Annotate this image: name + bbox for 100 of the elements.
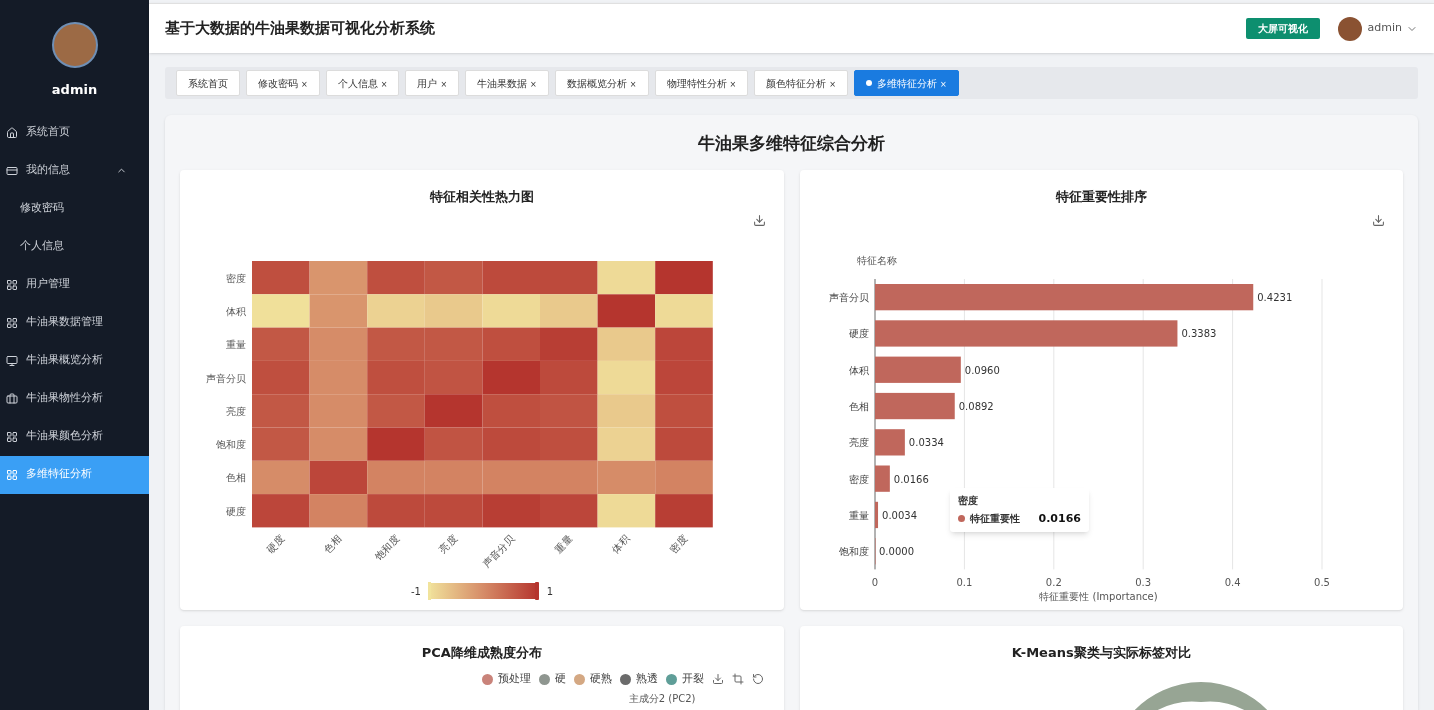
sidebar-item[interactable]: 我的信息 [0, 151, 149, 190]
heatmap-cell[interactable] [367, 494, 425, 528]
heatmap-cell[interactable] [482, 327, 540, 361]
heatmap-cell[interactable] [309, 360, 368, 395]
heatmap-cell[interactable] [367, 261, 425, 295]
heatmap-cell[interactable] [367, 294, 425, 328]
close-icon[interactable]: × [440, 79, 448, 91]
legend-label[interactable]: 硬熟 [589, 671, 612, 688]
heatmap-cell[interactable] [655, 394, 713, 428]
heatmap-cell[interactable] [424, 494, 483, 528]
heatmap-cell[interactable] [540, 360, 598, 395]
heatmap-cell[interactable] [367, 360, 425, 395]
legend-label[interactable]: 熟透 [635, 671, 658, 688]
bar[interactable] [874, 320, 1177, 347]
heatmap-cell[interactable] [367, 460, 425, 495]
heatmap-cell[interactable] [655, 261, 713, 295]
heatmap-cell[interactable] [597, 494, 656, 528]
heatmap-cell[interactable] [309, 294, 368, 328]
heatmap-cell[interactable] [597, 394, 656, 428]
heatmap-cell[interactable] [482, 261, 540, 295]
heatmap-cell[interactable] [482, 460, 540, 495]
heatmap-cell[interactable] [424, 294, 483, 328]
sidebar-item[interactable]: 系统首页 [0, 113, 149, 152]
heatmap-cell[interactable] [597, 261, 656, 295]
bar[interactable] [874, 356, 961, 383]
heatmap-cell[interactable] [655, 294, 713, 328]
sidebar-subitem[interactable]: 修改密码 [0, 189, 149, 228]
user-name[interactable]: admin [1367, 20, 1402, 37]
heatmap-cell[interactable] [597, 360, 656, 395]
legend-label[interactable]: 预处理 [497, 671, 531, 688]
color-scale-bar[interactable] [428, 582, 539, 600]
download-icon[interactable] [711, 673, 724, 686]
heatmap-cell[interactable] [252, 360, 310, 395]
bar[interactable] [874, 392, 955, 420]
heatmap-cell[interactable] [482, 427, 540, 461]
heatmap-cell[interactable] [424, 394, 483, 428]
bar[interactable] [874, 429, 905, 456]
heatmap-cell[interactable] [252, 494, 310, 528]
heatmap-cell[interactable] [252, 294, 310, 328]
heatmap-cell[interactable] [424, 261, 483, 295]
heatmap-cell[interactable] [540, 294, 598, 328]
heatmap-cell[interactable] [482, 494, 540, 528]
close-icon[interactable]: × [301, 79, 308, 91]
heatmap-cell[interactable] [482, 294, 540, 328]
close-icon[interactable]: × [939, 79, 947, 91]
heatmap-cell[interactable] [424, 460, 483, 495]
heatmap-cell[interactable] [540, 427, 598, 461]
screen-button[interactable]: 大屏可视化 [1245, 18, 1320, 39]
reset-icon[interactable] [751, 673, 764, 686]
heatmap-cell[interactable] [252, 394, 310, 428]
tab[interactable]: 颜色特征分析 × [754, 70, 848, 96]
bar[interactable] [874, 284, 1253, 311]
sidebar-item[interactable]: 牛油果颜色分析 [0, 417, 149, 456]
heatmap-cell[interactable] [309, 261, 368, 295]
tab[interactable]: 数据概览分析 × [554, 70, 649, 96]
heatmap-cell[interactable] [252, 427, 310, 461]
close-icon[interactable]: × [629, 79, 637, 91]
crop-icon[interactable] [731, 673, 744, 686]
heatmap-cell[interactable] [597, 427, 656, 461]
heatmap-cell[interactable] [367, 394, 425, 428]
heatmap-cell[interactable] [597, 294, 656, 328]
heatmap-cell[interactable] [597, 460, 656, 495]
heatmap-cell[interactable] [424, 360, 483, 395]
sidebar-item[interactable]: 牛油果数据管理 [0, 303, 149, 342]
sidebar-item[interactable]: 牛油果物性分析 [0, 379, 149, 418]
tab[interactable]: 牛油果数据 × [465, 70, 549, 96]
heatmap-cell[interactable] [655, 427, 713, 461]
close-icon[interactable]: × [530, 79, 537, 91]
heatmap-cell[interactable] [367, 327, 425, 361]
heatmap-cell[interactable] [540, 460, 598, 495]
heatmap-cell[interactable] [309, 427, 368, 461]
user-avatar[interactable] [1337, 16, 1362, 41]
heatmap-cell[interactable] [655, 460, 713, 495]
tab[interactable]: 物理特性分析 × [654, 70, 749, 96]
legend-label[interactable]: 硬 [554, 671, 566, 688]
heatmap-cell[interactable] [597, 327, 656, 361]
sidebar-item[interactable]: 用户管理 [0, 265, 149, 304]
close-icon[interactable]: × [380, 79, 388, 91]
heatmap-cell[interactable] [309, 394, 368, 428]
close-icon[interactable]: × [829, 79, 836, 91]
tab[interactable]: 修改密码 × [246, 70, 320, 96]
heatmap-cell[interactable] [655, 494, 713, 528]
download-icon[interactable] [1372, 214, 1385, 227]
heatmap-cell[interactable] [482, 394, 540, 428]
heatmap-cell[interactable] [424, 327, 483, 361]
heatmap-cell[interactable] [655, 360, 713, 395]
heatmap-cell[interactable] [309, 460, 368, 495]
tab[interactable]: 用户 × [405, 70, 460, 96]
legend-label[interactable]: 开裂 [681, 671, 704, 688]
heatmap-cell[interactable] [424, 427, 483, 461]
heatmap-cell[interactable] [540, 494, 598, 528]
tab[interactable]: 系统首页 [176, 70, 240, 96]
heatmap-cell[interactable] [252, 261, 310, 295]
tab[interactable]: 个人信息 × [325, 70, 400, 96]
heatmap-cell[interactable] [540, 394, 598, 428]
download-icon[interactable] [752, 214, 766, 227]
heatmap-cell[interactable] [309, 327, 368, 361]
heatmap-cell[interactable] [482, 360, 540, 395]
heatmap-cell[interactable] [367, 427, 425, 461]
heatmap-cell[interactable] [252, 327, 310, 361]
